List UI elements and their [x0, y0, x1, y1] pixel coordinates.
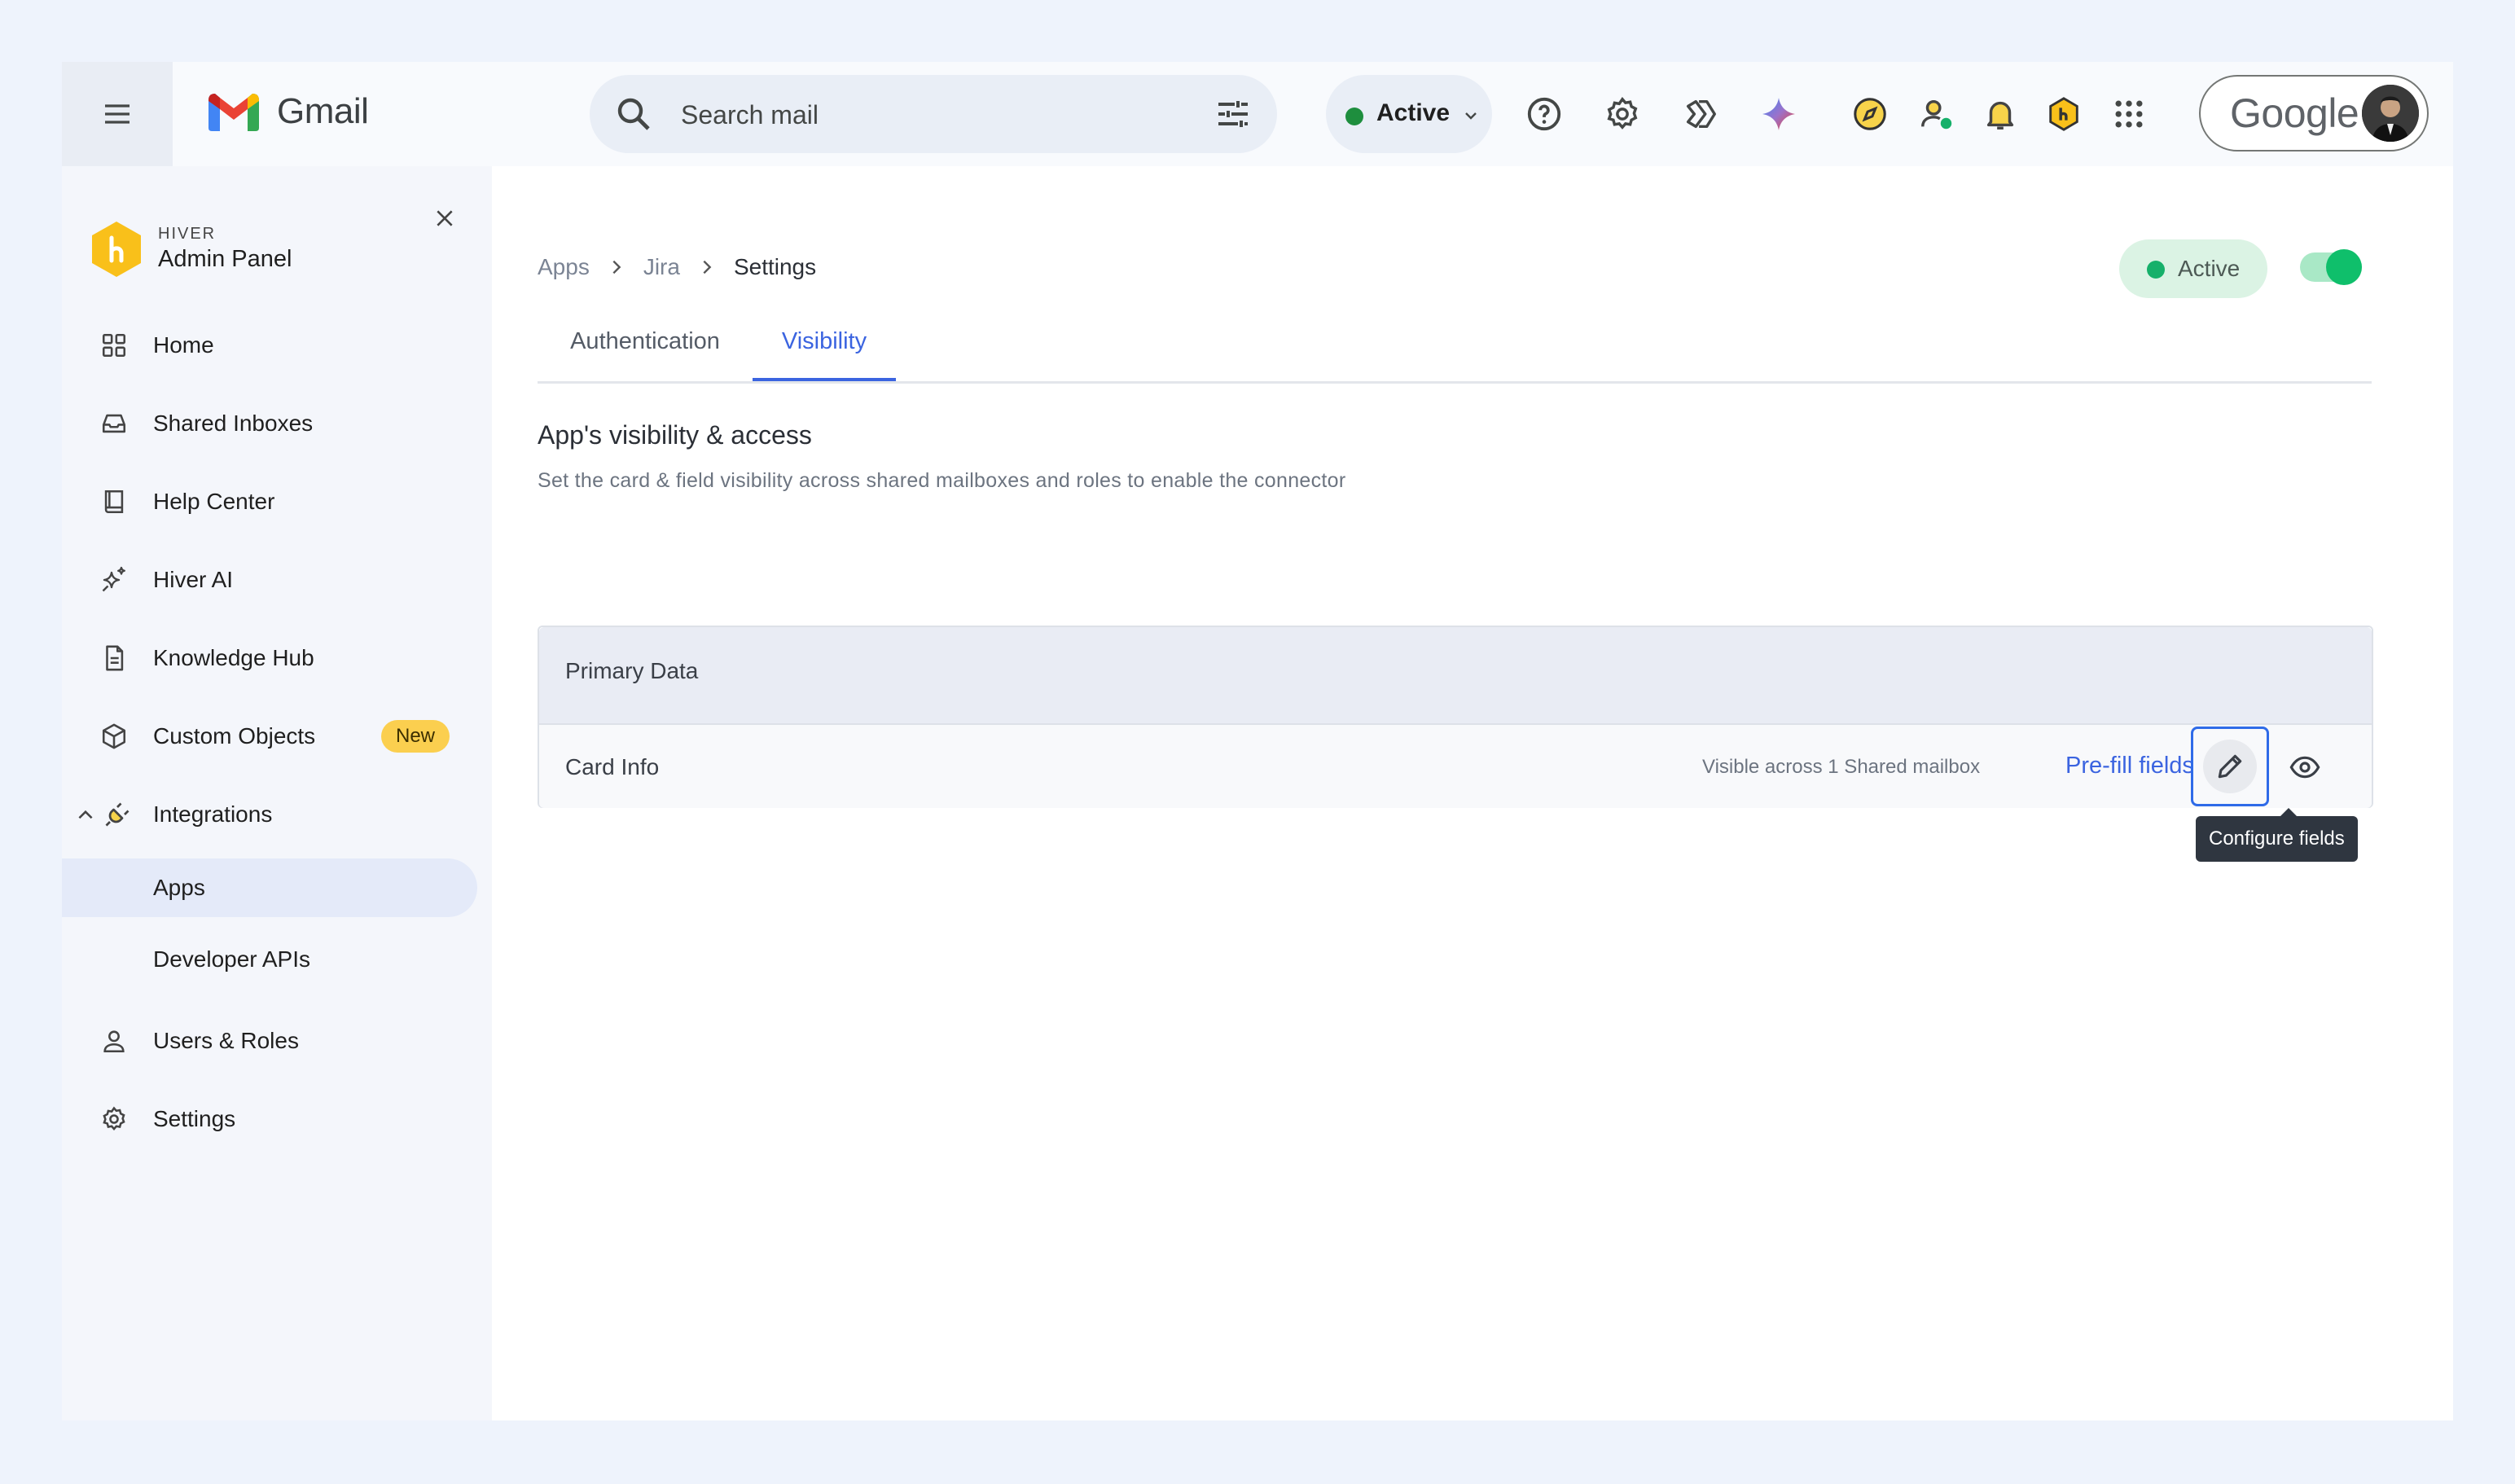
google-wordmark: Google	[2230, 90, 2359, 136]
hiver-extension-icon[interactable]	[2043, 93, 2085, 135]
card-header-title: Primary Data	[565, 658, 699, 683]
sparkle-icon	[99, 565, 129, 595]
sidebar-item-users-roles[interactable]: Users & Roles	[62, 1012, 492, 1070]
chevron-up-icon	[75, 805, 96, 830]
sidebar-item-label: Integrations	[153, 801, 273, 827]
sidebar-item-custom-objects[interactable]: Custom Objects New	[62, 707, 492, 766]
hiver-logo-icon	[92, 222, 141, 277]
prefill-fields-link[interactable]: Pre-fill fields	[2065, 753, 2194, 779]
gmail-m-icon	[208, 94, 259, 131]
eye-icon	[2289, 756, 2320, 779]
new-badge: New	[381, 720, 450, 753]
breadcrumb-apps[interactable]: Apps	[538, 254, 590, 280]
bell-icon[interactable]	[1979, 93, 2021, 135]
close-sidebar-button[interactable]	[428, 202, 461, 235]
status-label: Active	[1376, 99, 1451, 126]
pencil-icon	[2203, 740, 2257, 793]
visibility-summary: Visible across 1 Shared mailbox	[1702, 756, 1981, 778]
settings-tabs: Authentication Visibility	[538, 313, 2372, 384]
sidebar-item-label: Developer APIs	[153, 946, 310, 972]
toggle-knob	[2326, 249, 2362, 285]
gear-icon	[99, 1104, 129, 1134]
sidebar-item-label: Users & Roles	[153, 1028, 299, 1053]
brand-title: Admin Panel	[158, 246, 292, 272]
sidebar-item-label: Shared Inboxes	[153, 411, 314, 436]
sidebar-item-settings[interactable]: Settings	[62, 1090, 492, 1148]
workflow-icon[interactable]	[1679, 93, 1722, 135]
gmail-topbar: Gmail Active	[62, 62, 2453, 166]
preview-button[interactable]	[2287, 749, 2323, 785]
search-icon[interactable]	[614, 94, 653, 134]
sidebar-item-label: Knowledge Hub	[153, 645, 314, 670]
sidebar-item-label: Custom Objects	[153, 723, 316, 749]
close-icon	[437, 210, 453, 226]
sidebar-item-label: Hiver AI	[153, 567, 234, 592]
search-options-icon[interactable]	[1214, 94, 1253, 134]
plug-icon	[103, 800, 132, 829]
book-icon	[99, 487, 129, 516]
sidebar-item-developer-apis[interactable]: Developer APIs	[62, 930, 492, 989]
tab-authentication[interactable]: Authentication	[538, 313, 753, 381]
sidebar-item-label: Help Center	[153, 489, 275, 514]
help-icon[interactable]	[1523, 93, 1565, 135]
section-title: App's visibility & access	[538, 420, 812, 450]
breadcrumb-settings: Settings	[733, 254, 817, 279]
main-menu-button[interactable]	[62, 62, 173, 166]
configure-fields-tooltip: Configure fields	[2196, 808, 2358, 862]
sidebar-item-hiver-ai[interactable]: Hiver AI	[62, 551, 492, 609]
hiver-sidebar: HIVER Admin Panel Home Shared Inboxes He…	[62, 166, 492, 1420]
app-enable-toggle[interactable]	[2300, 249, 2362, 285]
section-description: Set the card & field visibility across s…	[538, 469, 1346, 492]
sidebar-item-apps[interactable]: Apps	[62, 858, 477, 917]
user-status-icon[interactable]	[1916, 93, 1958, 135]
apps-grid-icon[interactable]	[2108, 93, 2150, 135]
app-frame: Gmail Active	[62, 62, 2453, 1420]
hamburger-icon	[105, 104, 129, 124]
document-icon	[99, 643, 129, 673]
card-info-row: Card Info Visible across 1 Shared mailbo…	[539, 725, 2372, 808]
main-content: Apps Jira Settings Active Authentication…	[492, 166, 2453, 1420]
chevron-right-icon	[608, 258, 625, 276]
sidebar-item-help-center[interactable]: Help Center	[62, 472, 492, 531]
status-dot	[2147, 261, 2165, 279]
settings-gear-icon[interactable]	[1601, 93, 1644, 135]
sidebar-item-label: Settings	[153, 1106, 236, 1131]
inbox-icon	[99, 409, 129, 438]
grid-icon	[99, 331, 129, 360]
sidebar-item-knowledge-hub[interactable]: Knowledge Hub	[62, 629, 492, 687]
gmail-status-dropdown[interactable]: Active	[1326, 75, 1492, 153]
breadcrumb-jira[interactable]: Jira	[643, 254, 680, 280]
card-header: Primary Data	[539, 627, 2372, 725]
sidebar-item-home[interactable]: Home	[62, 316, 492, 375]
card-row-label: Card Info	[565, 754, 660, 779]
user-icon	[99, 1026, 129, 1056]
sidebar-item-integrations[interactable]: Integrations	[62, 785, 492, 844]
google-account-button[interactable]: Google	[2199, 75, 2429, 151]
brand-small-label: HIVER	[158, 225, 217, 243]
sidebar-item-label: Apps	[153, 875, 205, 900]
tab-visibility[interactable]: Visibility	[753, 313, 896, 381]
chevron-down-icon	[1465, 112, 1477, 120]
gmail-wordmark: Gmail	[277, 91, 369, 131]
search-input[interactable]	[679, 91, 1171, 138]
app-status-label: Active	[2178, 256, 2241, 281]
gemini-icon[interactable]	[1758, 93, 1800, 135]
chevron-right-icon	[698, 258, 716, 276]
compass-icon[interactable]	[1849, 93, 1891, 135]
cube-icon	[99, 722, 129, 751]
avatar	[2362, 85, 2419, 142]
sidebar-item-shared-inboxes[interactable]: Shared Inboxes	[62, 394, 492, 453]
app-status-badge: Active	[2119, 239, 2267, 298]
gmail-logo[interactable]: Gmail	[208, 91, 369, 132]
search-bar[interactable]	[590, 75, 1277, 153]
configure-fields-button[interactable]	[2191, 727, 2269, 806]
primary-data-card: Primary Data Card Info Visible across 1 …	[538, 626, 2373, 808]
status-dot	[1345, 108, 1363, 125]
sidebar-item-label: Home	[153, 332, 214, 358]
breadcrumb: Apps Jira Settings	[538, 254, 816, 280]
